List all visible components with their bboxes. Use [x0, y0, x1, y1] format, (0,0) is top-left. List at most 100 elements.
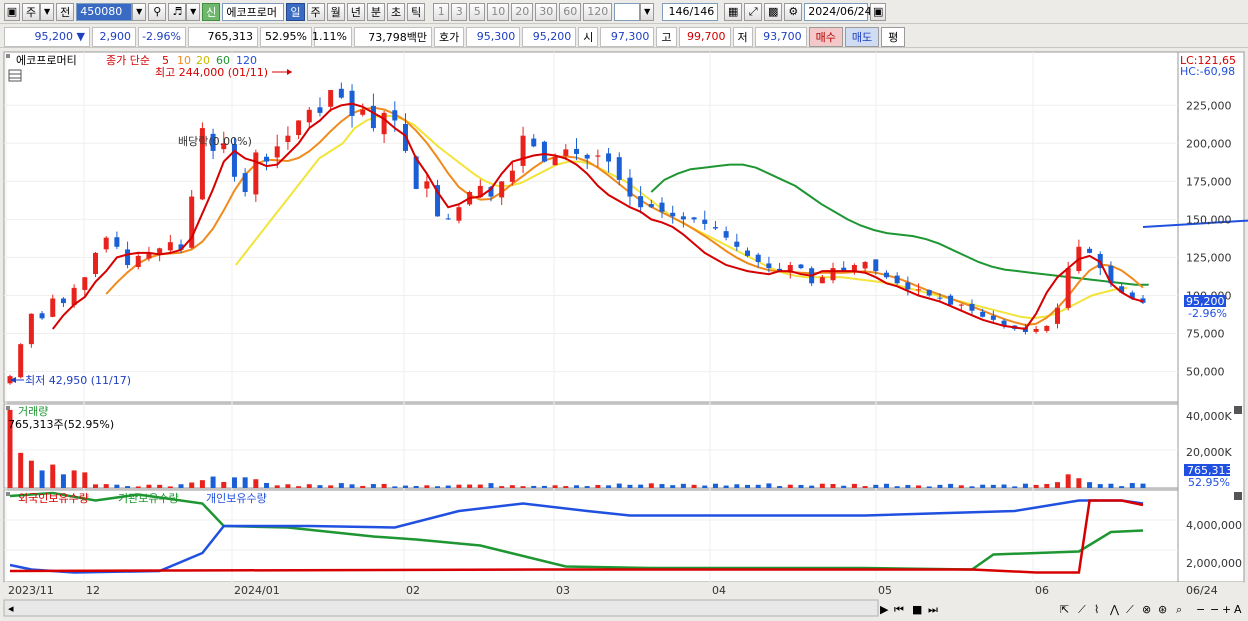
- volume-bar: [948, 483, 954, 488]
- period-tick-button[interactable]: 틱: [407, 2, 426, 21]
- gear-icon[interactable]: ⚙: [784, 2, 803, 21]
- volume-panel[interactable]: [3, 403, 1179, 489]
- candle-body: [1087, 248, 1093, 253]
- horizontal-scrollbar[interactable]: [3, 599, 879, 617]
- interval-1-button[interactable]: 1: [433, 2, 450, 21]
- chart-area[interactable]: 에코프로머티 종가 단순 5 10 20 60 120 최고 244,000 (…: [0, 50, 1248, 621]
- first-page-icon[interactable]: ⏮: [894, 603, 904, 616]
- volume-bar: [648, 483, 654, 488]
- interval-dropdown-icon[interactable]: ▼: [640, 2, 655, 21]
- tool-cursor-icon[interactable]: ⇱: [1060, 603, 1069, 616]
- tool-trend-icon[interactable]: ⟋: [1078, 603, 1086, 616]
- legend-institution[interactable]: 기관보유수량: [118, 492, 179, 505]
- window-icon[interactable]: ▣: [4, 2, 20, 21]
- interval-30-button[interactable]: 30: [535, 2, 558, 21]
- volume-bar: [167, 486, 173, 488]
- panel-handle-icon[interactable]: [6, 406, 10, 410]
- x-axis-label: 2023/11: [8, 584, 54, 597]
- volume-bar: [242, 477, 248, 488]
- custom-interval-input[interactable]: [614, 2, 641, 21]
- stock-code-input[interactable]: 450080: [76, 2, 133, 21]
- period-day-button[interactable]: 일: [286, 2, 305, 21]
- volume-bar: [905, 485, 911, 488]
- chevron-down-icon[interactable]: ▼: [40, 2, 55, 21]
- sell-button[interactable]: 매도: [844, 26, 880, 47]
- period-year-button[interactable]: 년: [346, 2, 365, 21]
- grid-icon[interactable]: ▦: [724, 2, 743, 21]
- holdings-close-icon[interactable]: [1234, 492, 1242, 500]
- tool-search-icon[interactable]: ⌕: [1176, 603, 1182, 616]
- volume-bar: [360, 485, 366, 488]
- interval-3-button[interactable]: 3: [451, 2, 468, 21]
- date-input[interactable]: 2024/06/24: [804, 2, 872, 21]
- candle-body: [103, 237, 109, 250]
- avg-button[interactable]: 평: [881, 26, 906, 47]
- save-icon[interactable]: ▩: [764, 2, 783, 21]
- last-page-icon[interactable]: ⏭: [928, 603, 938, 616]
- code-dropdown-icon[interactable]: ▼: [132, 2, 147, 21]
- legend-foreign[interactable]: 외국인보유수량: [18, 492, 89, 505]
- x-axis: [4, 582, 1244, 598]
- table-icon[interactable]: [8, 69, 22, 82]
- count-input[interactable]: 146/146: [662, 2, 719, 21]
- prev-button[interactable]: 전: [56, 2, 75, 21]
- volume-bar: [1108, 483, 1114, 488]
- tool-magnet-icon[interactable]: ⊗: [1142, 603, 1151, 616]
- zoom-in-icon[interactable]: +: [1222, 603, 1231, 616]
- candle-body: [648, 204, 654, 208]
- period-type-button[interactable]: 주: [22, 2, 41, 21]
- tool-wave-icon[interactable]: ⌇: [1094, 603, 1099, 616]
- stock-name-field[interactable]: 에코프로머: [222, 2, 285, 21]
- interval-5-button[interactable]: 5: [469, 2, 486, 21]
- volume-bar: [1140, 483, 1146, 488]
- interval-120-button[interactable]: 120: [583, 2, 613, 21]
- volume-ratio: 1.11%: [312, 26, 352, 47]
- buy-button[interactable]: 매수: [808, 26, 843, 47]
- volume-bar: [777, 486, 783, 488]
- tool-zigzag-icon[interactable]: ⋀: [1109, 603, 1120, 616]
- holdings-panel[interactable]: [3, 489, 1179, 583]
- volume-tick-20000k: 20,000K: [1186, 446, 1232, 459]
- scroll-left-icon[interactable]: ◂: [8, 602, 14, 615]
- period-buttons: 일 주 월 년 분 초 틱: [284, 2, 426, 21]
- volume-bar: [424, 485, 430, 488]
- tool-line-icon[interactable]: ⟋: [1126, 603, 1134, 616]
- scroll-right-icon[interactable]: ▶: [880, 603, 889, 616]
- speaker-dropdown-icon[interactable]: ▼: [186, 2, 201, 21]
- volume-bar: [723, 485, 729, 488]
- candle-body: [670, 212, 676, 217]
- candle-body: [948, 295, 954, 305]
- period-second-button[interactable]: 초: [387, 2, 406, 21]
- price-panel[interactable]: [3, 51, 1179, 403]
- tool-cycle-icon[interactable]: ⊛: [1158, 603, 1167, 616]
- stop-icon[interactable]: ■: [912, 603, 922, 616]
- volume-value-note: 765,313주(52.95%): [8, 418, 114, 431]
- zoom-out-icon[interactable]: −: [1196, 603, 1205, 616]
- panel-handle-icon[interactable]: [6, 54, 10, 58]
- panel-handle-icon[interactable]: [6, 492, 10, 496]
- candle-body: [274, 146, 280, 158]
- search-icon[interactable]: ⚲: [148, 2, 167, 21]
- volume-close-icon[interactable]: [1234, 406, 1242, 414]
- font-size-icon[interactable]: A: [1234, 603, 1242, 616]
- candle-body: [167, 242, 173, 251]
- candle-body: [638, 196, 644, 208]
- period-week-button[interactable]: 주: [306, 2, 325, 21]
- interval-10-button[interactable]: 10: [487, 2, 510, 21]
- period-month-button[interactable]: 월: [326, 2, 345, 21]
- volume-bar: [1119, 486, 1125, 488]
- calendar-icon[interactable]: ▣: [870, 2, 887, 21]
- candle-body: [317, 107, 323, 113]
- interval-60-button[interactable]: 60: [559, 2, 582, 21]
- legend-individual[interactable]: 개인보유수량: [206, 492, 267, 505]
- period-minute-button[interactable]: 분: [366, 2, 385, 21]
- interval-20-button[interactable]: 20: [511, 2, 534, 21]
- speaker-icon[interactable]: ♬: [168, 2, 187, 21]
- candle-body: [712, 227, 718, 229]
- candle-body: [338, 88, 344, 98]
- collapse-icon[interactable]: −: [1210, 603, 1219, 616]
- expand-icon[interactable]: ⤢: [744, 2, 763, 21]
- quote-strip: 95,200 ▼ 2,900 -2.96% 765,313 52.95% 1.1…: [0, 26, 1248, 48]
- volume-bar: [819, 483, 825, 488]
- price-y-tick-label: 75,000: [1186, 328, 1225, 341]
